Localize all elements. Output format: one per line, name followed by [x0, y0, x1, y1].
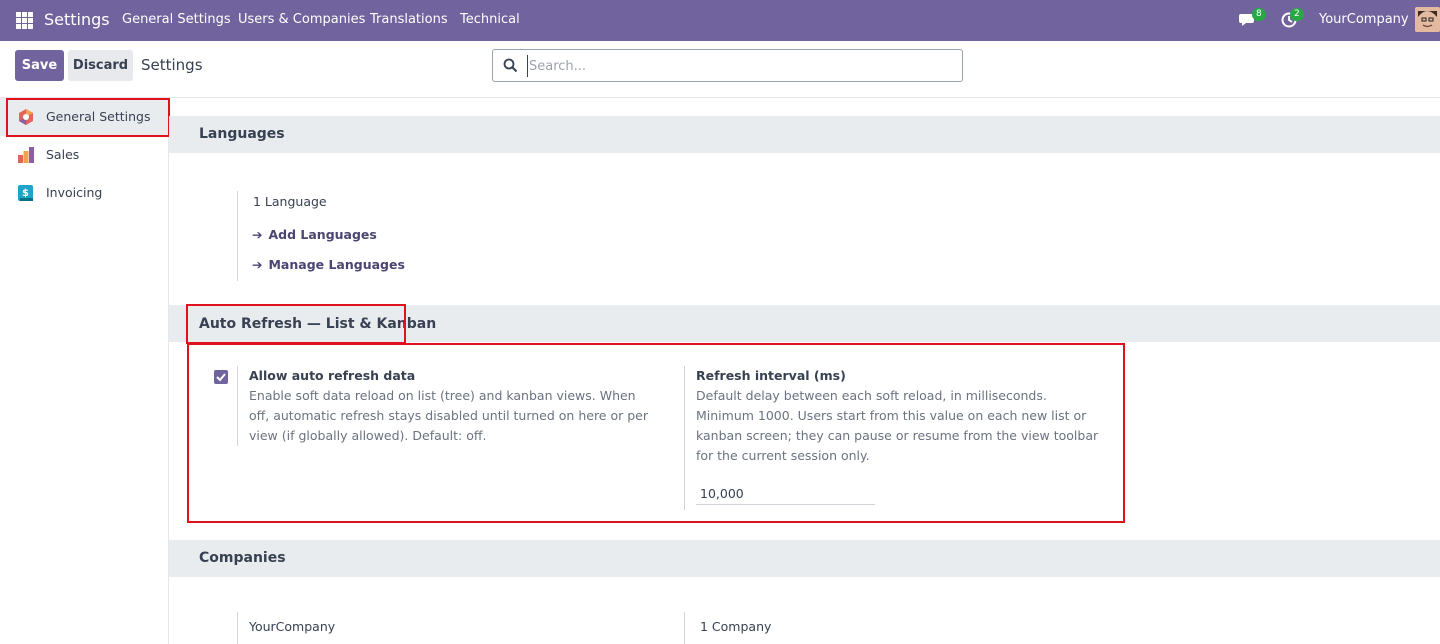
language-count: 1 Language	[253, 194, 327, 209]
setting-divider	[237, 612, 238, 644]
section-header-languages: Languages	[169, 116, 1440, 153]
arrow-right-icon: ➔	[252, 227, 263, 242]
sidebar-item-invoicing[interactable]: $ Invoicing	[0, 174, 168, 212]
menu-technical[interactable]: Technical	[460, 12, 520, 27]
section-title: Languages	[199, 126, 285, 142]
search-icon	[503, 58, 518, 73]
company-name: YourCompany	[249, 619, 336, 634]
sidebar-item-label: Invoicing	[46, 185, 103, 200]
sidebar-item-sales[interactable]: Sales	[0, 136, 168, 174]
add-languages-link[interactable]: ➔ Add Languages	[252, 227, 377, 242]
app-title[interactable]: Settings	[44, 10, 110, 29]
apps-grid-icon[interactable]	[16, 12, 33, 29]
settings-sidebar: General Settings Sales $ Invoicing	[0, 98, 169, 644]
svg-text:$: $	[22, 188, 29, 199]
control-panel: Save Discard Settings	[0, 41, 1440, 98]
manage-languages-link[interactable]: ➔ Manage Languages	[252, 257, 405, 272]
messages-badge: 8	[1252, 8, 1266, 21]
company-switcher[interactable]: YourCompany	[1319, 12, 1409, 27]
highlight-auto-refresh-title	[186, 304, 406, 344]
activities-badge: 2	[1290, 8, 1304, 21]
search-input[interactable]	[527, 55, 947, 77]
top-navbar: Settings General Settings Users & Compan…	[0, 0, 1440, 41]
user-avatar[interactable]	[1415, 7, 1440, 32]
setting-divider	[684, 612, 685, 644]
search-bar[interactable]	[492, 49, 963, 82]
menu-users-companies[interactable]: Users & Companies	[238, 12, 365, 27]
discard-button[interactable]: Discard	[68, 50, 133, 81]
save-button[interactable]: Save	[15, 50, 64, 81]
highlight-general-settings	[6, 98, 170, 137]
section-header-companies: Companies	[169, 540, 1440, 577]
company-count: 1 Company	[700, 619, 772, 634]
menu-translations[interactable]: Translations	[370, 12, 448, 27]
sidebar-item-label: Sales	[46, 147, 80, 162]
menu-general-settings[interactable]: General Settings	[122, 12, 231, 27]
invoicing-icon: $	[18, 185, 33, 201]
section-title: Companies	[199, 550, 286, 566]
setting-divider	[237, 191, 238, 281]
breadcrumb-title: Settings	[141, 56, 203, 74]
arrow-right-icon: ➔	[252, 257, 263, 272]
highlight-auto-refresh-settings	[187, 343, 1125, 523]
sales-icon	[18, 147, 34, 163]
